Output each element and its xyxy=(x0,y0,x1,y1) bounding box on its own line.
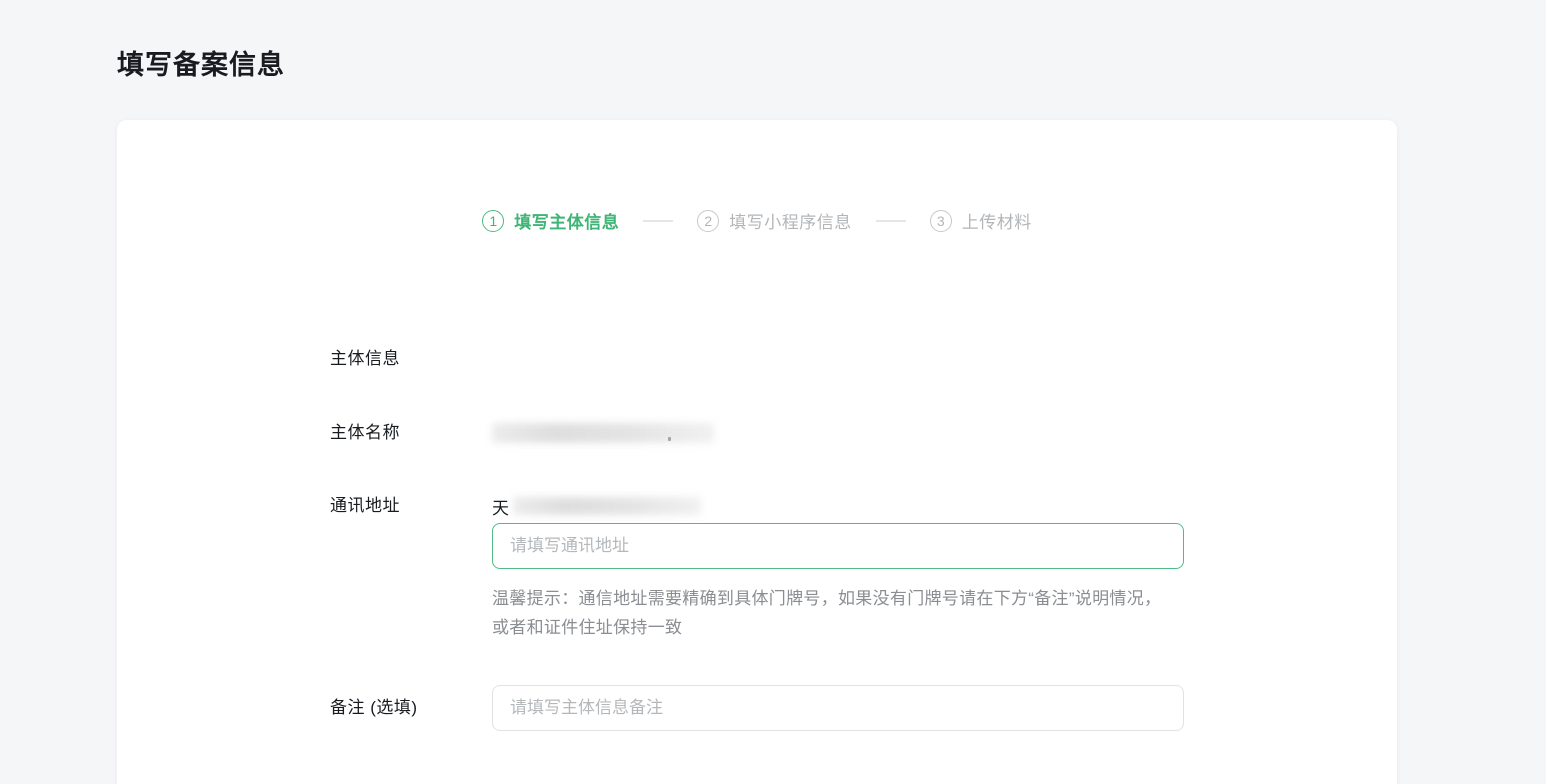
page-title: 填写备案信息 xyxy=(0,0,1546,84)
stepper-step-2: 2 填写小程序信息 xyxy=(697,208,852,233)
filing-form-card: 1 填写主体信息 2 填写小程序信息 3 上传材料 主体信息 主体名称 通讯地址 xyxy=(117,120,1397,784)
step-connector xyxy=(643,220,673,222)
address-row: 通讯地址 天 温馨提示：通信地址需要精确到具体门牌号，如果没有门牌号请在下方“备… xyxy=(330,494,1310,642)
redaction-artifact xyxy=(668,437,671,441)
subject-name-row: 主体名称 xyxy=(330,421,1310,445)
step-2-label: 填写小程序信息 xyxy=(729,208,852,233)
remark-row: 备注 (选填) xyxy=(330,685,1310,731)
subject-info-form: 主体信息 主体名称 通讯地址 天 温馨提示：通信地址需要精确到具体门牌号，如果没… xyxy=(330,347,1310,731)
address-hint-text: 温馨提示：通信地址需要精确到具体门牌号，如果没有门牌号请在下方“备注”说明情况，… xyxy=(492,584,1168,642)
address-value-prefix: 天 xyxy=(492,494,509,519)
step-1-label: 填写主体信息 xyxy=(514,208,619,233)
address-input[interactable] xyxy=(492,523,1184,569)
redacted-address xyxy=(513,497,701,515)
subject-name-value xyxy=(492,421,714,445)
redacted-subject-name xyxy=(492,423,714,443)
step-connector xyxy=(876,220,906,222)
subject-name-label: 主体名称 xyxy=(330,421,492,445)
remark-label: 备注 (选填) xyxy=(330,685,492,731)
stepper-step-1: 1 填写主体信息 xyxy=(482,208,619,233)
step-3-circle: 3 xyxy=(930,210,952,232)
step-2-circle: 2 xyxy=(697,210,719,232)
stepper-step-3: 3 上传材料 xyxy=(930,208,1032,233)
section-title-subject-info: 主体信息 xyxy=(330,347,1310,371)
address-current-value: 天 xyxy=(492,494,1184,518)
remark-input[interactable] xyxy=(492,685,1184,731)
stepper: 1 填写主体信息 2 填写小程序信息 3 上传材料 xyxy=(117,120,1397,233)
address-field-group: 天 温馨提示：通信地址需要精确到具体门牌号，如果没有门牌号请在下方“备注”说明情… xyxy=(492,494,1184,642)
step-1-circle: 1 xyxy=(482,210,504,232)
address-label: 通讯地址 xyxy=(330,494,492,518)
step-3-label: 上传材料 xyxy=(962,208,1032,233)
